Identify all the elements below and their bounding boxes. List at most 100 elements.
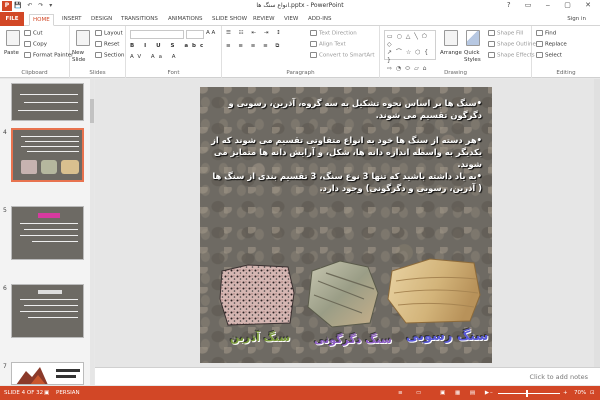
select-label: Select xyxy=(545,52,562,59)
thumb-text-line xyxy=(20,235,78,236)
clipboard-group: Paste Cut Copy Format Painter Clipboard xyxy=(0,26,73,78)
replace-button[interactable]: Replace xyxy=(536,41,567,48)
tab-slide-show[interactable]: SLIDE SHOW xyxy=(209,14,250,26)
editor-scrollbar[interactable] xyxy=(594,79,600,367)
window-controls[interactable]: ? ▭ ‒ ▢ ✕ xyxy=(507,1,597,9)
tab-design[interactable]: DESIGN xyxy=(88,14,115,26)
sign-in-link[interactable]: Sign in xyxy=(567,16,586,22)
zoom-out-button[interactable]: – xyxy=(490,390,493,396)
slide-body-text[interactable]: •سنگ ها بر اساس نحوه تشکیل به سه گروه، آ… xyxy=(210,97,482,207)
thumbnails-scrollbar[interactable] xyxy=(90,79,94,385)
font-group: A A B I U S abc AV Aa A Font xyxy=(126,26,222,78)
thumb-rock-image xyxy=(21,160,37,174)
grow-font-button[interactable]: A A xyxy=(206,30,215,36)
slide-thumbnail-4[interactable] xyxy=(11,128,84,182)
view-buttons[interactable]: ▣ ▦ ▤ ▶ xyxy=(440,390,493,396)
thumb-text-line xyxy=(32,241,78,242)
font-family-select[interactable] xyxy=(130,30,184,39)
reset-button[interactable]: Reset xyxy=(95,41,119,48)
zoom-in-button[interactable]: + xyxy=(563,390,568,396)
format-painter-button[interactable]: Format Painter xyxy=(24,52,73,59)
slide-thumbnails-pane: 4 5 6 7 xyxy=(0,79,94,385)
current-slide[interactable]: •سنگ ها بر اساس نحوه تشکیل به سه گروه، آ… xyxy=(200,87,492,363)
text-direction-icon xyxy=(310,30,317,36)
new-slide-button[interactable]: New Slide xyxy=(72,50,94,64)
thumb-text-line xyxy=(20,223,78,224)
text-direction-button[interactable]: Text Direction xyxy=(310,30,357,37)
slide-thumbnail-6[interactable] xyxy=(11,284,84,338)
slide-number: 7 xyxy=(3,363,7,370)
tab-insert[interactable]: INSERT xyxy=(59,14,84,26)
zoom-level[interactable]: 70% xyxy=(574,390,586,396)
tab-animations[interactable]: ANIMATIONS xyxy=(165,14,206,26)
slide-thumbnail-5[interactable] xyxy=(11,206,84,260)
comments-icon[interactable]: ▭ xyxy=(416,390,421,396)
section-icon xyxy=(95,52,102,58)
new-slide-icon[interactable] xyxy=(76,30,90,46)
tab-home[interactable]: HOME xyxy=(29,14,54,26)
metamorphic-rock-image[interactable] xyxy=(304,259,380,329)
slide-number: 5 xyxy=(3,207,7,214)
shapes-gallery[interactable]: ▭ ○ △ ╲ ⬠ ◇ ↗ ⌒ ☆ ⬡ { } ⇨ ◔ ⬭ ▱ ⌂ xyxy=(384,30,436,72)
thumb-text-line xyxy=(20,311,78,312)
slide-paragraph-2: •هر دسته از سنگ ها خود به انواع متفاوتی … xyxy=(211,135,482,169)
brush-icon xyxy=(24,52,31,58)
slide-thumbnail-7[interactable] xyxy=(11,362,84,385)
align-buttons[interactable]: ≡ ≡ ≡ ≡ ⧉ xyxy=(226,43,282,50)
layout-button[interactable]: Layout xyxy=(95,30,123,37)
find-button[interactable]: Find xyxy=(536,30,556,37)
zoom-slider-thumb[interactable] xyxy=(526,390,528,397)
shape-effects-label: Shape Effects xyxy=(497,52,535,59)
thumb-rock-image xyxy=(41,160,57,174)
language-indicator[interactable]: PERSIAN xyxy=(56,390,80,396)
fit-slide-icon[interactable]: ⊡ xyxy=(590,390,595,396)
scissors-icon xyxy=(24,30,31,36)
arrange-icon[interactable] xyxy=(444,30,458,46)
thumb-title xyxy=(38,213,60,218)
sedimentary-label: سنگ رسوبی xyxy=(406,329,489,344)
sedimentary-rock-image[interactable] xyxy=(386,255,482,325)
tab-view[interactable]: VIEW xyxy=(281,14,301,26)
find-label: Find xyxy=(545,30,557,37)
thumb-text-line xyxy=(21,136,79,137)
paste-button[interactable]: Paste xyxy=(4,50,19,56)
tab-file[interactable]: FILE xyxy=(0,12,24,26)
shape-outline-button[interactable]: Shape Outline xyxy=(488,41,536,48)
tab-add-ins[interactable]: ADD-INS xyxy=(305,14,334,26)
align-text-button[interactable]: Align Text xyxy=(310,41,346,48)
paste-icon[interactable] xyxy=(6,30,20,46)
font-color-buttons[interactable]: AV Aa A xyxy=(130,54,180,60)
reset-icon xyxy=(95,41,102,47)
tab-review[interactable]: REVIEW xyxy=(250,14,278,26)
notes-pane[interactable]: Click to add notes xyxy=(95,367,600,385)
font-format-buttons[interactable]: B I U S abc xyxy=(130,43,207,49)
align-text-label: Align Text xyxy=(319,41,346,48)
list-buttons[interactable]: ☰ ☷ ⇤ ⇥ ↕ xyxy=(226,30,284,36)
select-button[interactable]: Select xyxy=(536,52,562,59)
thumb-title xyxy=(38,290,62,294)
shape-effects-button[interactable]: Shape Effects xyxy=(488,52,535,59)
paragraph-group-label: Paragraph xyxy=(286,70,315,76)
arrange-button[interactable]: Arrange xyxy=(440,50,462,56)
thumb-text-line xyxy=(18,110,78,111)
pen-icon xyxy=(488,41,495,47)
scrollbar-thumb[interactable] xyxy=(90,99,94,123)
notes-icon[interactable]: ≡ xyxy=(398,390,403,396)
zoom-slider[interactable] xyxy=(498,393,560,394)
copy-label: Copy xyxy=(33,41,47,48)
font-size-select[interactable] xyxy=(186,30,204,39)
convert-smartart-button[interactable]: Convert to SmartArt xyxy=(310,52,375,59)
section-label: Section xyxy=(104,52,125,59)
section-button[interactable]: Section xyxy=(95,52,124,59)
proofing-icon[interactable]: ▣ xyxy=(44,390,49,396)
thumb-diagram xyxy=(16,367,80,384)
copy-button[interactable]: Copy xyxy=(24,41,47,48)
cursor-icon xyxy=(536,52,543,58)
shape-fill-button[interactable]: Shape Fill xyxy=(488,30,523,37)
igneous-rock-image[interactable] xyxy=(218,263,296,327)
quick-styles-button[interactable]: Quick Styles xyxy=(464,50,486,64)
slide-thumbnail-3[interactable] xyxy=(11,83,84,121)
quick-styles-icon[interactable] xyxy=(466,30,480,46)
tab-transitions[interactable]: TRANSITIONS xyxy=(118,14,161,26)
cut-button[interactable]: Cut xyxy=(24,30,42,37)
